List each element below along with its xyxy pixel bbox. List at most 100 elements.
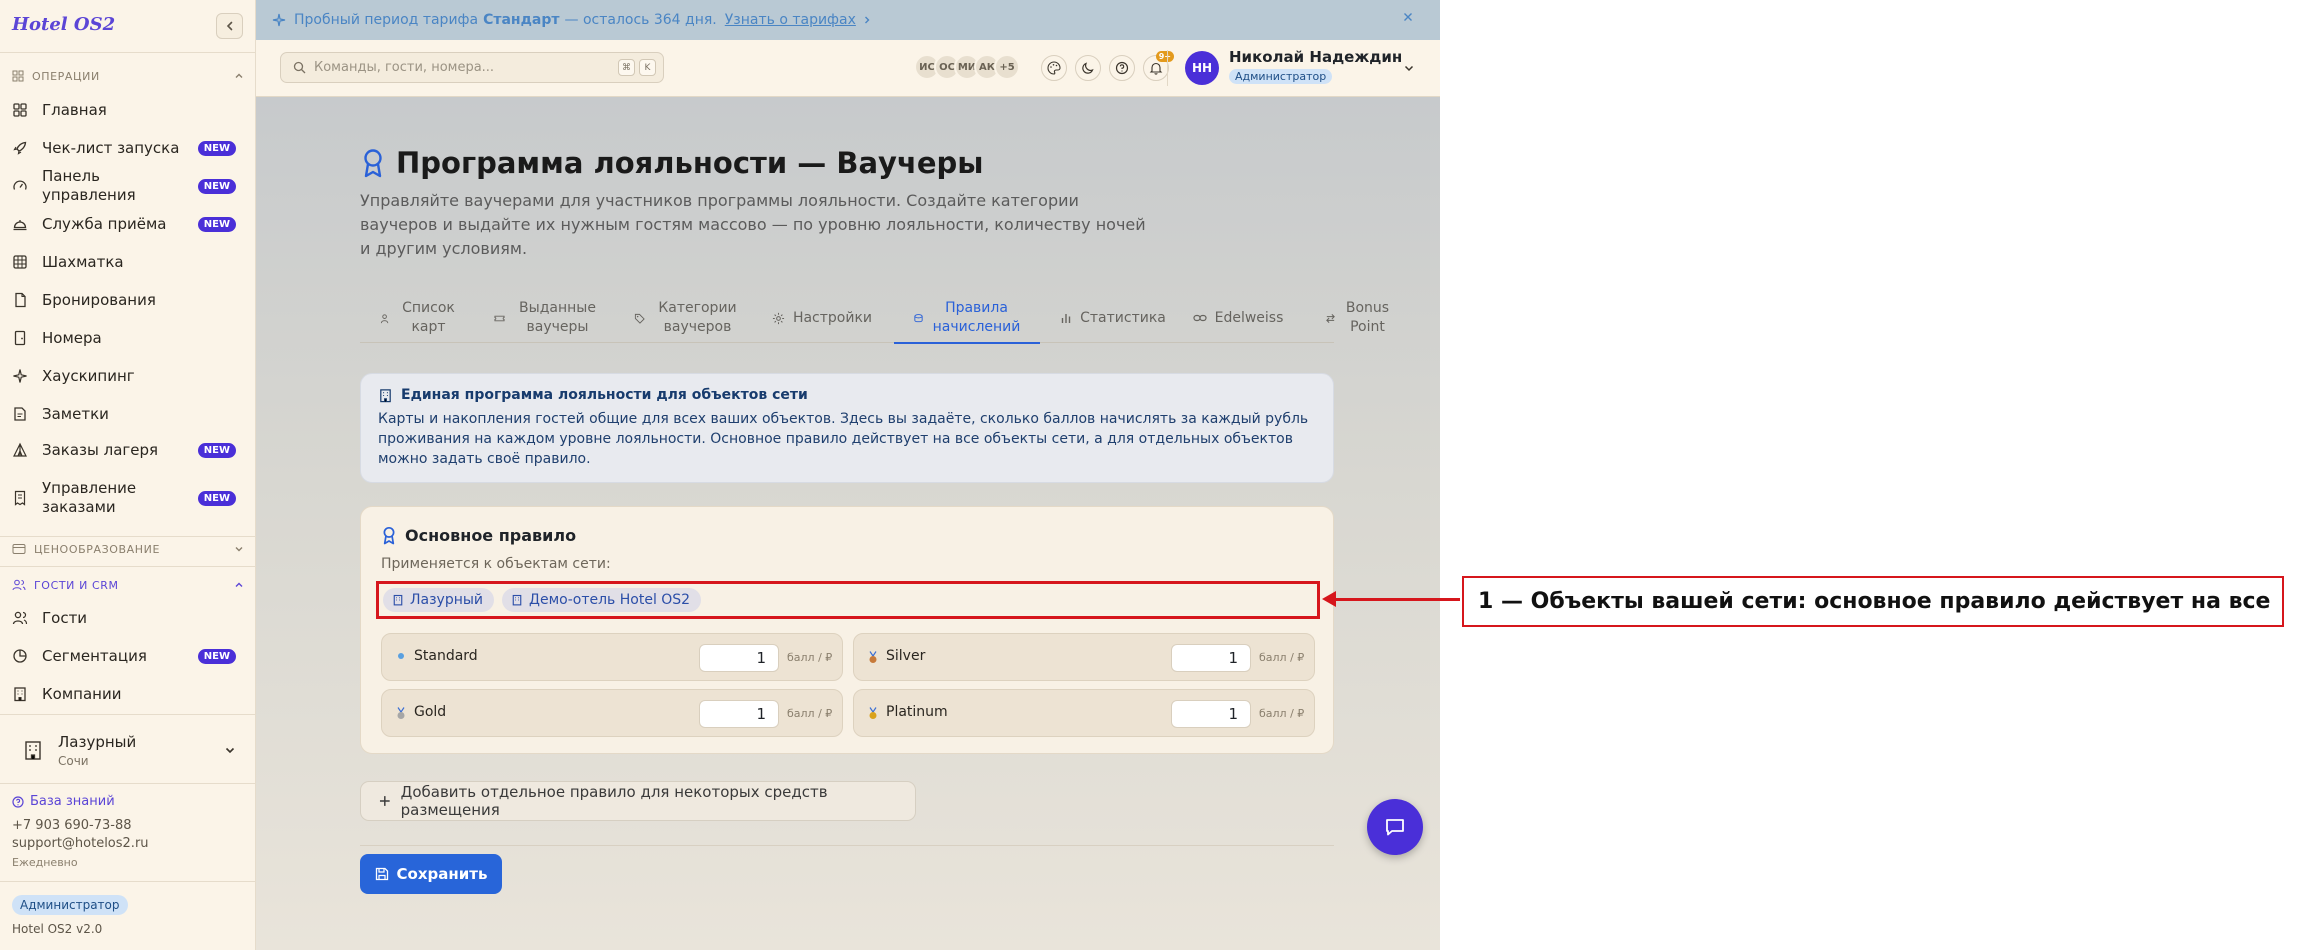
new-badge: NEW	[197, 140, 236, 156]
document-icon	[15, 292, 26, 308]
online-users[interactable]: ИС ОС МИ АК +5	[914, 54, 1020, 80]
tab-label: Edelweiss	[1214, 309, 1284, 326]
medal-icon	[869, 707, 877, 719]
plus-icon	[379, 796, 390, 806]
users-icon	[380, 313, 388, 323]
page-title: Программа лояльности — Ваучеры	[360, 146, 983, 180]
section-operations-label: ОПЕРАЦИИ	[32, 69, 100, 83]
rocket-icon	[13, 141, 27, 155]
tier-points-input[interactable]	[699, 644, 779, 672]
sidebar-item-room-grid[interactable]: Шахматка	[12, 252, 244, 272]
dark-mode-button[interactable]	[1075, 55, 1101, 81]
sidebar-item-label: Главная	[42, 100, 107, 119]
tab-edelweiss[interactable]: Edelweiss	[1178, 293, 1298, 343]
tier-points-input[interactable]	[1171, 644, 1251, 672]
hotel-building-icon	[25, 741, 41, 760]
sidebar-item-housekeeping[interactable]: Хаускипинг	[12, 366, 244, 386]
sidebar-item-label: Сегментация	[42, 646, 147, 665]
section-operations[interactable]: ОПЕРАЦИИ	[12, 67, 244, 85]
hotel-switcher[interactable]: Лазурный Сочи	[22, 728, 236, 772]
notifications-button[interactable]: 9+	[1143, 51, 1174, 81]
section-guests-crm[interactable]: ГОСТИ И CRM	[12, 576, 244, 594]
user-avatar[interactable]: НН	[1185, 51, 1219, 85]
sidebar-divider	[0, 783, 256, 784]
sidebar-item-guests[interactable]: Гости	[12, 608, 244, 628]
tab-bar: Список карт Выданные ваучеры Категории в…	[360, 293, 1389, 344]
support-email[interactable]: support@hotelos2.ru	[12, 836, 149, 851]
tab-label: Список карт	[402, 300, 455, 335]
sidebar-item-segmentation[interactable]: Сегментация NEW	[12, 646, 244, 666]
rule-title: Основное правило	[381, 526, 576, 545]
tab-statistics[interactable]: Статистика	[1048, 293, 1178, 343]
save-label: Сохранить	[396, 865, 488, 883]
tab-bonus-point[interactable]: Bonus Point	[1306, 293, 1410, 343]
add-rule-label: Добавить отдельное правило для некоторых…	[400, 783, 828, 819]
palette-icon	[1047, 61, 1061, 75]
add-property-rule-button[interactable]: Добавить отдельное правило для некоторых…	[360, 781, 916, 821]
tab-settings[interactable]: Настройки	[758, 293, 886, 343]
tab-accrual-rules[interactable]: Правила начислений	[894, 293, 1040, 344]
brand-logo[interactable]: Hotel OS2	[12, 14, 115, 35]
property-chip[interactable]: Демо-отель Hotel OS2	[502, 588, 702, 612]
close-icon	[1404, 13, 1412, 21]
pricing-link[interactable]: Узнать о тарифах	[725, 12, 856, 28]
sidebar-item-dashboard[interactable]: Панель управления NEW	[12, 167, 244, 204]
kbd-k: K	[639, 59, 656, 76]
sparkle-icon	[13, 369, 27, 383]
save-button[interactable]: Сохранить	[360, 854, 502, 894]
property-chip[interactable]: Лазурный	[383, 588, 495, 612]
sidebar-item-camp-orders[interactable]: Заказы лагеря NEW	[12, 440, 244, 460]
sidebar-item-order-management[interactable]: Управление заказами NEW	[12, 478, 244, 518]
search-input[interactable]	[314, 60, 614, 75]
info-title-text: Единая программа лояльности для объектов…	[401, 387, 808, 403]
info-title: Единая программа лояльности для объектов…	[378, 387, 808, 403]
sidebar-item-companies[interactable]: Компании	[12, 684, 244, 704]
section-pricing[interactable]: ЦЕНООБРАЗОВАНИЕ	[12, 540, 244, 558]
user-name[interactable]: Николай Надеждин	[1229, 48, 1402, 66]
chevron-down-icon	[235, 547, 243, 552]
role-badge: Администратор	[12, 895, 128, 915]
building-icon	[380, 388, 391, 402]
chevron-down-icon[interactable]	[1403, 62, 1415, 74]
card-section-icon	[12, 544, 26, 554]
arrows-icon	[1325, 313, 1335, 323]
kbd-cmd: ⌘	[618, 59, 635, 76]
sidebar-collapse-button[interactable]	[216, 13, 243, 39]
avatar-more[interactable]: +5	[994, 54, 1020, 80]
section-crm-label: ГОСТИ И CRM	[34, 578, 119, 592]
sidebar-item-bookings[interactable]: Бронирования	[12, 290, 244, 310]
help-circle-icon	[1115, 61, 1129, 75]
pie-icon	[13, 649, 27, 663]
sidebar-item-launch-checklist[interactable]: Чек-лист запуска NEW	[12, 138, 244, 158]
sidebar-divider	[0, 536, 256, 537]
tab-card-list[interactable]: Список карт	[360, 293, 478, 343]
chat-button[interactable]	[1367, 799, 1423, 855]
sidebar-item-notes[interactable]: Заметки	[12, 404, 244, 424]
help-button[interactable]	[1109, 55, 1135, 81]
bar-chart-icon	[1061, 314, 1071, 323]
sidebar-item-home[interactable]: Главная	[12, 100, 244, 120]
sidebar-item-label: Служба приёма	[42, 214, 167, 233]
tab-issued-vouchers[interactable]: Выданные ваучеры	[478, 293, 618, 343]
hotel-city: Сочи	[58, 753, 89, 768]
sidebar-item-rooms[interactable]: Номера	[12, 328, 244, 348]
medal-icon	[397, 707, 405, 719]
award-icon	[383, 526, 395, 545]
knowledge-base-link[interactable]: База знаний	[12, 794, 115, 809]
grid-section-icon	[12, 70, 24, 82]
tier-name: Gold	[414, 704, 447, 720]
sidebar-item-front-desk[interactable]: Служба приёма NEW	[12, 214, 244, 234]
network-info-card: Единая программа лояльности для объектов…	[360, 373, 1334, 483]
trial-plan: Стандарт	[483, 12, 560, 28]
tab-voucher-categories[interactable]: Категории ваучеров	[618, 293, 758, 343]
coins-icon	[913, 313, 923, 322]
theme-palette-button[interactable]	[1041, 55, 1067, 81]
sidebar-item-label: Бронирования	[42, 290, 156, 309]
tier-row-gold: Gold балл / ₽	[381, 689, 843, 737]
tier-points-input[interactable]	[1171, 700, 1251, 728]
tier-points-input[interactable]	[699, 700, 779, 728]
command-search[interactable]: ⌘ K	[280, 52, 664, 83]
property-chip-label: Лазурный	[410, 592, 484, 608]
support-phone[interactable]: +7 903 690-73-88	[12, 818, 132, 833]
close-banner-button[interactable]	[1402, 11, 1422, 27]
